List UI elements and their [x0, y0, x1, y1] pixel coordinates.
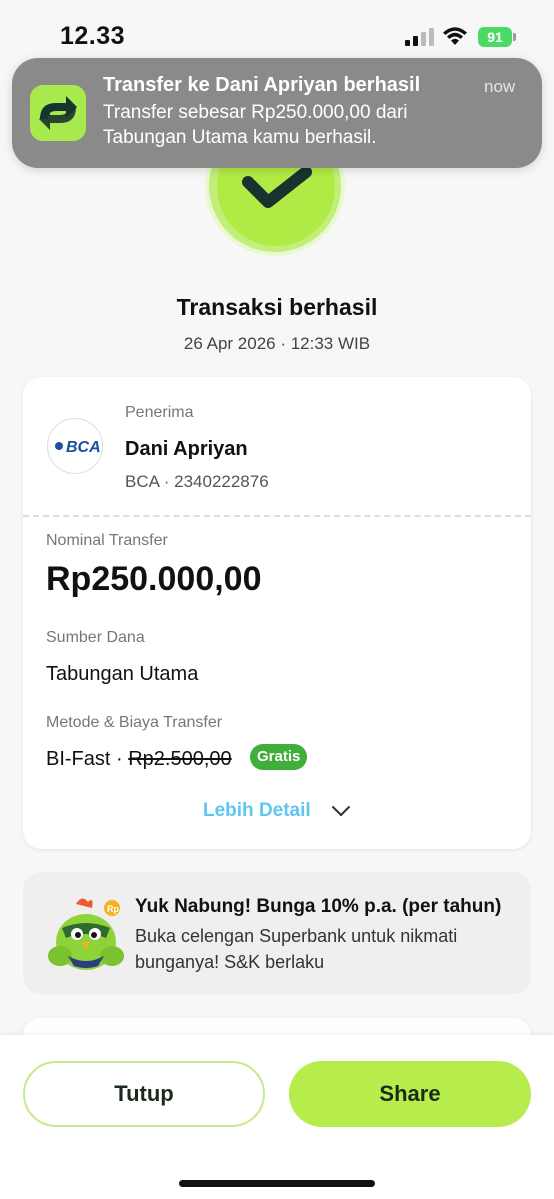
nominal-label: Nominal Transfer [46, 532, 168, 549]
dashed-divider [23, 515, 531, 517]
share-button[interactable]: Share [289, 1061, 531, 1127]
wifi-icon [443, 27, 467, 45]
battery-icon: 91 [478, 27, 516, 47]
page-title: Transaksi berhasil [176, 294, 378, 320]
method-label: Metode & Biaya Transfer [46, 714, 223, 731]
transfer-arrow-icon [39, 96, 77, 130]
promo-body: Buka celengan Superbank untuk nikmati bu… [135, 926, 458, 972]
free-fee-badge: Gratis [250, 744, 308, 770]
source-label: Sumber Dana [46, 629, 145, 646]
original-fee: Rp2.500,00 [128, 748, 232, 770]
superbank-app-icon [30, 85, 86, 141]
transfer-method: BI-Fast · Rp2.500,00 [46, 748, 232, 771]
nominal-amount: Rp250.000,00 [46, 560, 262, 598]
battery-level: 91 [487, 29, 503, 45]
source-account: Tabungan Utama [46, 663, 199, 685]
close-button[interactable]: Tutup [23, 1061, 265, 1127]
bca-logo-icon: BCA [55, 439, 101, 456]
bank-logo: BCA [47, 418, 103, 474]
bird-mascot-icon: Rp [48, 898, 124, 970]
checkmark-icon [242, 168, 312, 208]
chevron-down-icon[interactable] [330, 802, 352, 820]
recipient-name: Dani Apriyan [125, 438, 248, 460]
recipient-label: Penerima [125, 404, 194, 421]
notification-title: Transfer ke Dani Apriyan berhasil [103, 74, 421, 96]
notification-time: now [484, 77, 516, 96]
status-time: 12.33 [60, 22, 126, 50]
cellular-signal-icon [405, 28, 434, 46]
transaction-datetime: 26 Apr 2026 · 12:33 WIB [183, 334, 371, 353]
home-indicator[interactable] [179, 1180, 375, 1187]
recipient-account: BCA · 2340222876 [125, 472, 269, 491]
bank-logo-text: BCA [66, 439, 101, 456]
more-detail-link[interactable]: Lebih Detail [203, 800, 311, 822]
method-name: BI-Fast · [46, 748, 129, 770]
mascot-badge: Rp [107, 904, 119, 914]
promo-title: Yuk Nabung! Bunga 10% p.a. (per tahun) [135, 896, 502, 917]
notification-body: Transfer sebesar Rp250.000,00 dari Tabun… [103, 102, 408, 148]
